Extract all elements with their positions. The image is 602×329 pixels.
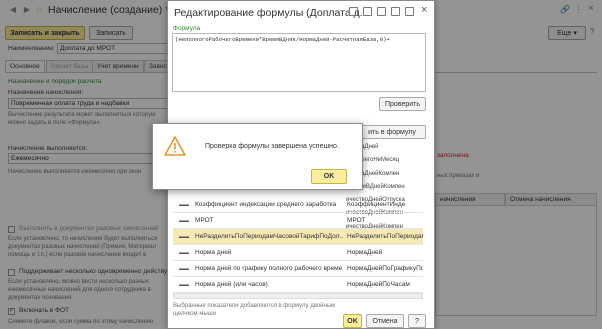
function-icon: ▬▬ [179,250,189,256]
function-icon: ▬▬ [179,202,189,208]
more-label: Еще [557,30,572,37]
col-start-header[interactable]: начисления [435,193,505,206]
more-button[interactable]: Еще ▾ [548,26,586,40]
horizontal-scrollbar[interactable] [173,293,423,299]
fot-note: Снимите флажок, если сумма по этому начи… [8,319,154,325]
tab-base-calc[interactable]: Расчет базы [46,60,94,72]
function-icon: ▬▬ [179,218,189,224]
row-id: МРОТ [347,217,366,224]
table-row[interactable]: ▬▬ Норма дней (или часов) НормаДнейПоЧас… [173,277,423,293]
table-row-selected[interactable]: ▬▬ НеРазделитьПоПериодамЧасовойТарифПоДо… [173,229,423,245]
performed-note: Начисление выполняется ежемесячно при ок… [8,169,142,175]
warning-icon [164,136,186,156]
row-id: НормаДнейПоГрафикуПо [347,265,423,272]
menu-icon[interactable] [391,7,400,16]
formula-label: Формула [173,25,201,32]
insert-into-formula-button[interactable]: ить в формулу [358,125,426,139]
row-name: НеРазделитьПоПериодамЧасовойТарифПоДол..… [195,233,343,240]
check-button[interactable]: Проверить [379,97,426,111]
name-label: Наименование: [8,45,55,52]
one-time-checkbox[interactable] [8,226,15,233]
write-button[interactable]: Записать [89,26,133,40]
row-id: НеРазделитьПоПериодам [347,233,423,240]
table-row[interactable]: ▬▬ Норма дней НормаДней [173,245,423,261]
row-id: НормаДней [347,249,383,256]
row-name: Норма дней по графику полного рабочего в… [195,265,343,272]
menu-dots-icon[interactable]: ⋮ [574,4,583,15]
help-icon[interactable]: ? [590,27,594,36]
alert-message: Проверка формулы завершена успешно. [205,143,339,150]
purpose-note: Вычисление результата может выполняться … [8,112,156,126]
multi-note: Если установлено, можно вести несколько … [8,279,151,301]
help-button[interactable]: ? [408,314,426,328]
multi-checkbox[interactable] [8,269,15,276]
row-name: Норма дней (или часов) [195,281,268,288]
multi-label: Поддерживает несколько одновременно дейс… [19,268,168,275]
cancel-button[interactable]: Отмена [366,314,404,328]
function-icon: ▬▬ [179,282,189,288]
table-row[interactable]: ▬▬ МРОТ МРОТ [173,213,423,229]
close-icon[interactable]: × [588,3,594,14]
function-icon: ▬▬ [179,266,189,272]
name-field[interactable]: Доплата до МРОТ [57,43,169,54]
table-row[interactable]: ▬▬ Норма дней по графику полного рабочег… [173,261,423,277]
forward-icon[interactable]: ▶ [22,5,32,15]
performed-select[interactable]: Ежемесячно [8,153,168,164]
row-name: МРОТ [195,217,214,224]
formula-dialog-title: Редактирование формулы (Доплата д... [174,7,369,19]
save-icon[interactable] [349,7,358,16]
link-icon[interactable]: 🔗 [560,5,570,14]
row-id: НормаДнейПоЧасам [347,281,410,288]
performed-label: Начисление выполняется: [8,145,88,152]
right-note: ных приказах и [437,173,480,179]
hint-text: Выбранные показатели добавляются в форму… [173,303,336,317]
success-alert: Проверка формулы завершена успешно. OK [152,123,363,190]
formula-textarea[interactable]: (НеполногоРабочегоВремени*ВремяВДняк/Нор… [172,33,426,92]
one-time-label: Выполнять в документах разовых начислени… [19,225,159,232]
row-name: Коэффициент индексации среднего заработк… [195,201,337,208]
maximize-icon[interactable] [405,7,414,16]
link-icon[interactable] [377,7,386,16]
row-id: КоэффициентИнде [347,201,406,208]
table-row[interactable]: ▬▬ Коэффициент индексации среднего зараб… [173,197,423,213]
purpose-label: Назначение начисления: [8,89,84,96]
back-icon[interactable]: ◀ [8,5,18,15]
print-icon[interactable] [363,7,372,16]
function-icon: ▬▬ [179,234,189,240]
right-table-body [435,206,597,316]
tab-main[interactable]: Основное [5,60,45,72]
close-icon[interactable]: × [421,4,427,16]
one-time-note: Если установлено, то начисление будет вы… [8,236,158,258]
fot-label: Включать в ФОТ [19,307,70,314]
purpose-select[interactable]: Повременная оплата труда и надбавки [8,98,168,109]
section-title: Назначение и порядок расчета [8,78,102,85]
post-and-close-button[interactable]: Записать и закрыть [5,26,85,40]
ok-button[interactable]: OK [343,314,362,328]
tab-time-accounting[interactable]: Учет времени [92,60,144,72]
row-name: Норма дней [195,249,232,256]
alert-ok-button[interactable]: OK [311,169,347,184]
fot-checkbox[interactable]: ✓ [8,308,15,315]
col-cancel-header[interactable]: Отмена начисления [505,193,597,206]
right-warning: заполнена [437,152,469,159]
window-title: Начисление (создание) * [48,4,170,16]
favorite-star-icon[interactable]: ☆ [34,5,44,15]
